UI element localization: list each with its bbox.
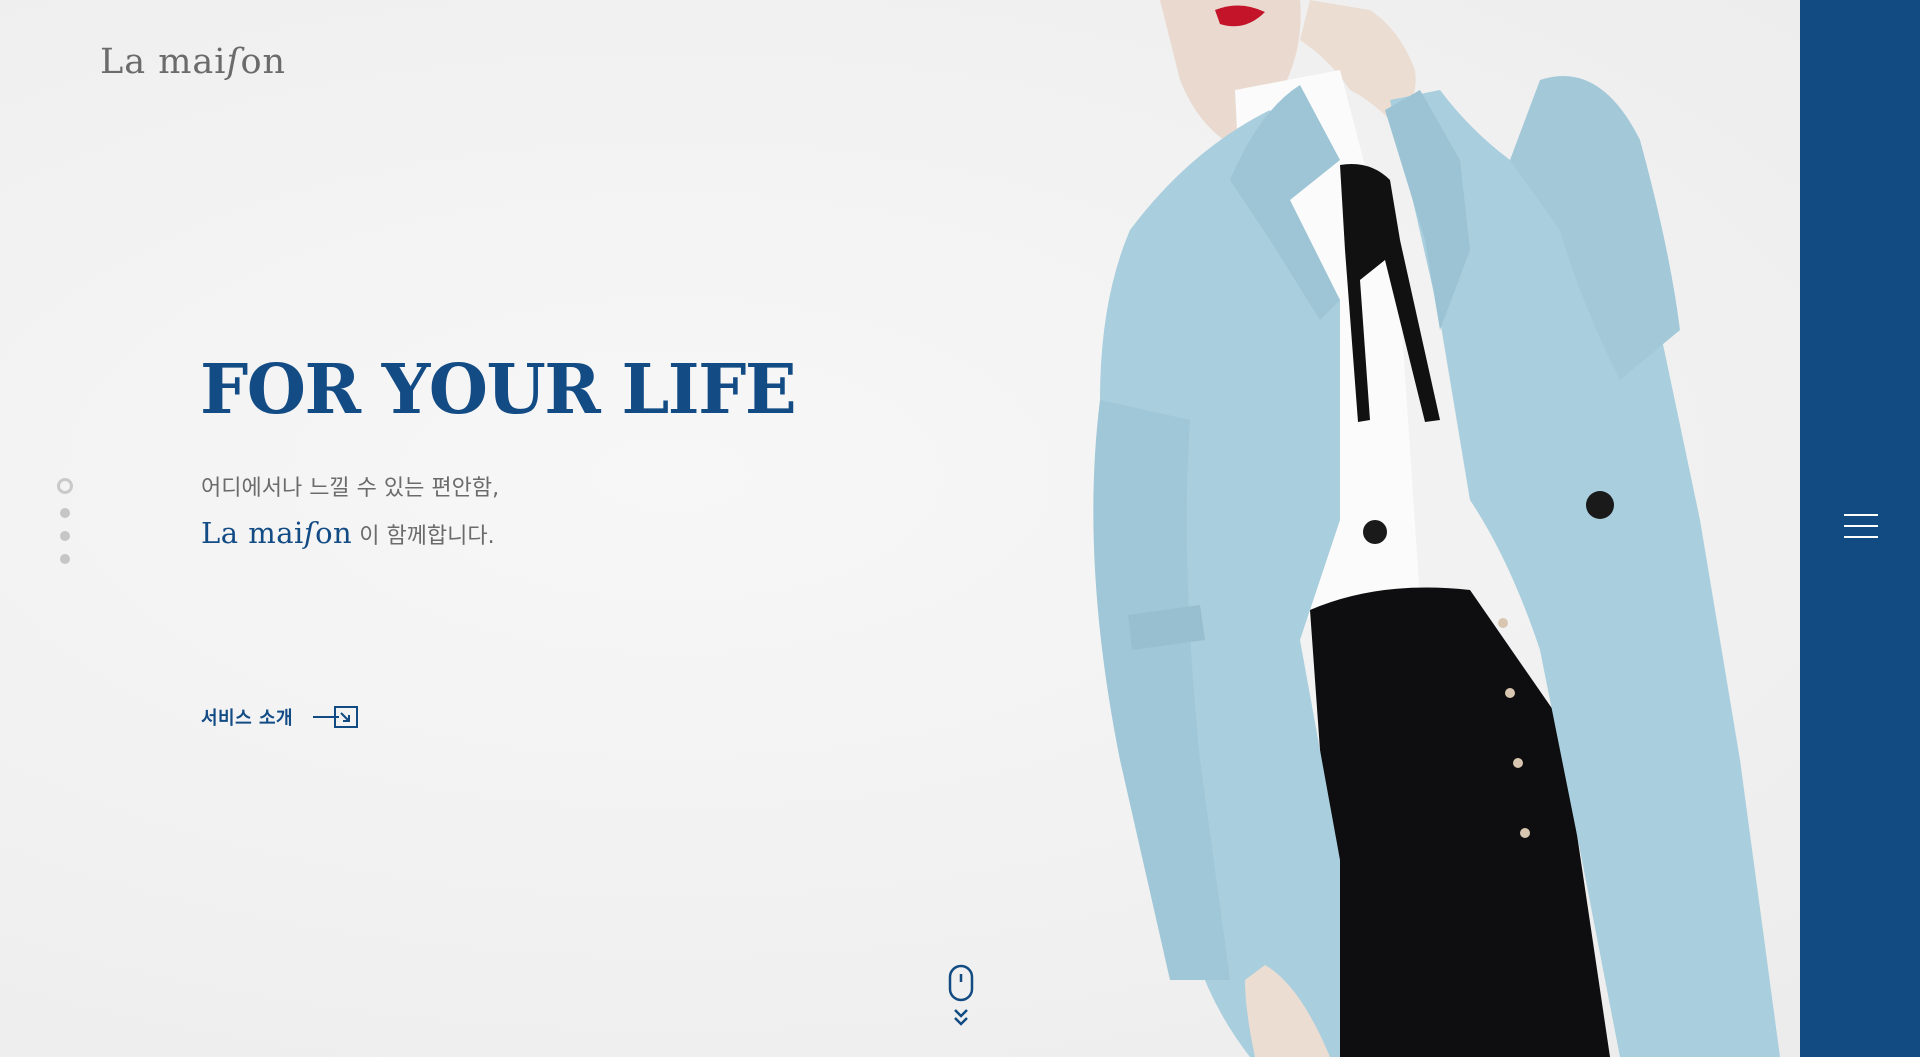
coat-button-right <box>1586 491 1614 519</box>
model-photo <box>1093 0 1780 1057</box>
slide-pagination <box>54 478 76 577</box>
hero-section: La maiſon FOR YOUR LIFE 어디에서나 느낄 수 있는 편안… <box>0 0 1920 1057</box>
subcopy-line-1: 어디에서나 느낄 수 있는 편안함, <box>201 476 500 501</box>
hero-headline: FOR YOUR LIFE <box>200 350 797 430</box>
pagination-dot-2[interactable] <box>60 508 70 518</box>
logo-text-end: on <box>240 42 287 82</box>
subcopy-brand-main: La mai <box>201 516 304 550</box>
arrow-box-icon <box>313 706 359 728</box>
service-intro-label: 서비스 소개 <box>201 708 294 729</box>
pagination-dot-1[interactable] <box>57 478 73 494</box>
subcopy-line-2-suffix: 이 함께합니다. <box>352 524 495 549</box>
service-intro-link[interactable]: 서비스 소개 <box>201 704 359 730</box>
subcopy-line-2: La maiſon 이 함께합니다. <box>201 511 499 559</box>
right-sidebar <box>1800 0 1920 1057</box>
pagination-dot-4[interactable] <box>60 554 70 564</box>
subcopy-brand: La maiſon <box>201 516 352 550</box>
logo-text-main: La mai <box>100 42 227 82</box>
subcopy-brand-long-s: ſ <box>303 516 316 550</box>
coat-button-left <box>1363 520 1387 544</box>
logo-text-long-s: ſ <box>226 42 241 82</box>
site-logo[interactable]: La maiſon <box>100 42 286 82</box>
mouse-scroll-icon[interactable] <box>948 964 974 1028</box>
hamburger-menu-icon[interactable] <box>1844 514 1878 542</box>
pagination-dot-3[interactable] <box>60 531 70 541</box>
subcopy-brand-end: on <box>315 516 353 550</box>
hero-subcopy: 어디에서나 느낄 수 있는 편안함, La maiſon 이 함께합니다. <box>201 467 499 559</box>
